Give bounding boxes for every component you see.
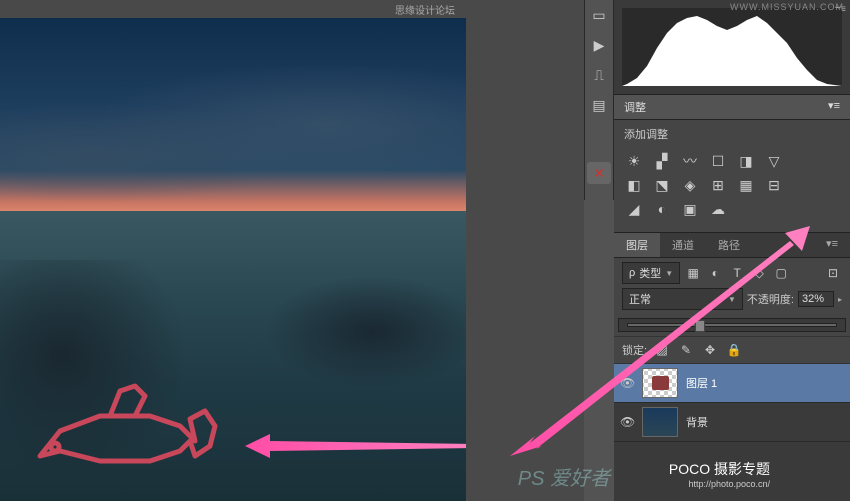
fish-annotation bbox=[20, 361, 240, 481]
pencil-tool[interactable]: ▤ bbox=[585, 90, 613, 120]
chevron-down-icon: ▼ bbox=[665, 269, 673, 278]
layer-thumbnail[interactable] bbox=[642, 368, 678, 398]
add-adjustment-label: 添加调整 bbox=[614, 120, 850, 148]
histogram-panel: ▾≡ bbox=[614, 0, 850, 95]
opacity-input[interactable] bbox=[798, 291, 834, 307]
layers-tabs: 图层 通道 路径 ▾≡ bbox=[614, 233, 850, 258]
filter-text-icon[interactable]: T bbox=[728, 264, 746, 282]
layer-thumbnail[interactable] bbox=[642, 407, 678, 437]
tab-paths[interactable]: 路径 bbox=[706, 233, 752, 257]
screen-tool[interactable]: ▭ bbox=[585, 0, 613, 30]
lock-move-icon[interactable]: ✥ bbox=[701, 341, 719, 359]
watermark-top: 思缘设计论坛 bbox=[395, 2, 455, 17]
stamp-tool[interactable]: ⎍ bbox=[585, 60, 613, 90]
lock-all-icon[interactable]: 🔒 bbox=[725, 341, 743, 359]
opacity-slider-popup bbox=[618, 318, 846, 332]
adjustments-tab-label: 调整 bbox=[624, 99, 646, 115]
watermark-ps: PS 爱好者 bbox=[518, 462, 610, 491]
blend-mode-dropdown[interactable]: 正常 ▼ bbox=[622, 288, 743, 310]
lock-label: 锁定: bbox=[622, 342, 647, 358]
layers-menu-icon[interactable]: ▾≡ bbox=[814, 233, 850, 257]
filter-type-dropdown[interactable]: ρ 类型 ▼ bbox=[622, 262, 680, 284]
layer-item[interactable]: 👁 背景 bbox=[614, 403, 850, 442]
color-fill-icon[interactable]: ▣ bbox=[680, 200, 700, 218]
adjustment-icons: ☀ ▞ 〰 ☐ ◨ ▽ ◧ ⬔ ◈ ⊞ ▦ ⊟ ◢ ◐ ▣ ☁ bbox=[614, 148, 850, 232]
filter-adjustment-icon[interactable]: ◐ bbox=[706, 264, 724, 282]
lock-transparent-icon[interactable]: ▨ bbox=[653, 341, 671, 359]
panel-menu-icon[interactable]: ▾≡ bbox=[828, 99, 840, 115]
pattern-icon[interactable]: ☁ bbox=[708, 200, 728, 218]
adjustments-tab[interactable]: 调整 ▾≡ bbox=[614, 95, 850, 120]
blend-mode-value: 正常 bbox=[629, 291, 651, 307]
bw-icon[interactable]: ◧ bbox=[624, 176, 644, 194]
channel-mixer-icon[interactable]: ◈ bbox=[680, 176, 700, 194]
layer-controls: ρ 类型 ▼ ▦ ◐ T ◇ ▢ ⊡ 正常 ▼ 不透明度: bbox=[614, 258, 850, 318]
layer-name-label[interactable]: 背景 bbox=[686, 414, 708, 430]
brand-label: POCO 摄影专题 bbox=[669, 459, 770, 479]
visibility-eye-icon[interactable]: 👁 bbox=[620, 376, 634, 390]
rocks-right bbox=[233, 260, 466, 405]
image-canvas[interactable] bbox=[0, 18, 466, 501]
color-lookup-icon[interactable]: ⊞ bbox=[708, 176, 728, 194]
brand-url: http://photo.poco.cn/ bbox=[669, 479, 770, 489]
opacity-slider[interactable] bbox=[627, 323, 837, 327]
lock-brush-icon[interactable]: ✎ bbox=[677, 341, 695, 359]
hue-icon[interactable]: ▽ bbox=[764, 152, 784, 170]
filter-toggle-icon[interactable]: ⊡ bbox=[824, 264, 842, 282]
threshold-icon[interactable]: ⊟ bbox=[764, 176, 784, 194]
play-tool[interactable]: ▶ bbox=[585, 30, 613, 60]
clouds-region bbox=[0, 66, 466, 211]
vertical-toolbar: ▭ ▶ ⎍ ▤ ✕ bbox=[584, 0, 614, 200]
posterize-icon[interactable]: ▦ bbox=[736, 176, 756, 194]
opacity-slider-thumb[interactable] bbox=[695, 320, 705, 332]
visibility-eye-icon[interactable]: 👁 bbox=[620, 415, 634, 429]
histogram-display bbox=[622, 8, 842, 86]
levels-icon[interactable]: ▞ bbox=[652, 152, 672, 170]
canvas-area bbox=[0, 0, 584, 501]
lock-row: 锁定: ▨ ✎ ✥ 🔒 bbox=[614, 336, 850, 364]
photo-filter-icon[interactable]: ⬔ bbox=[652, 176, 672, 194]
layer-name-label[interactable]: 图层 1 bbox=[686, 375, 717, 391]
exposure-icon[interactable]: ☐ bbox=[708, 152, 728, 170]
filter-image-icon[interactable]: ▦ bbox=[684, 264, 702, 282]
adjustments-panel: 调整 ▾≡ 添加调整 ☀ ▞ 〰 ☐ ◨ ▽ ◧ ⬔ ◈ ⊞ ▦ ⊟ ◢ bbox=[614, 95, 850, 233]
tab-channels[interactable]: 通道 bbox=[660, 233, 706, 257]
filter-shape-icon[interactable]: ◇ bbox=[750, 264, 768, 282]
filter-smart-icon[interactable]: ▢ bbox=[772, 264, 790, 282]
filter-label: 类型 bbox=[639, 265, 661, 281]
selective-color-icon[interactable]: ◐ bbox=[652, 200, 672, 218]
chevron-down-icon: ▼ bbox=[728, 295, 736, 304]
watermark-brand: POCO 摄影专题 http://photo.poco.cn/ bbox=[669, 459, 770, 489]
layer-item[interactable]: 👁 图层 1 bbox=[614, 364, 850, 403]
brightness-icon[interactable]: ☀ bbox=[624, 152, 644, 170]
right-panel: ▾≡ 调整 ▾≡ 添加调整 ☀ ▞ 〰 ☐ ◨ ▽ ◧ ⬔ ◈ bbox=[614, 0, 850, 501]
curves-icon[interactable]: 〰 bbox=[680, 152, 700, 170]
opacity-dropdown-icon[interactable]: ▸ bbox=[838, 295, 842, 304]
vibrance-icon[interactable]: ◨ bbox=[736, 152, 756, 170]
gradient-map-icon[interactable]: ◢ bbox=[624, 200, 644, 218]
watermark-top-right: WWW.MISSYUAN.COM bbox=[730, 2, 844, 12]
arrow-horizontal bbox=[245, 431, 466, 461]
tab-layers[interactable]: 图层 bbox=[614, 233, 660, 257]
close-tool[interactable]: ✕ bbox=[587, 162, 611, 184]
opacity-label: 不透明度: bbox=[747, 291, 794, 307]
